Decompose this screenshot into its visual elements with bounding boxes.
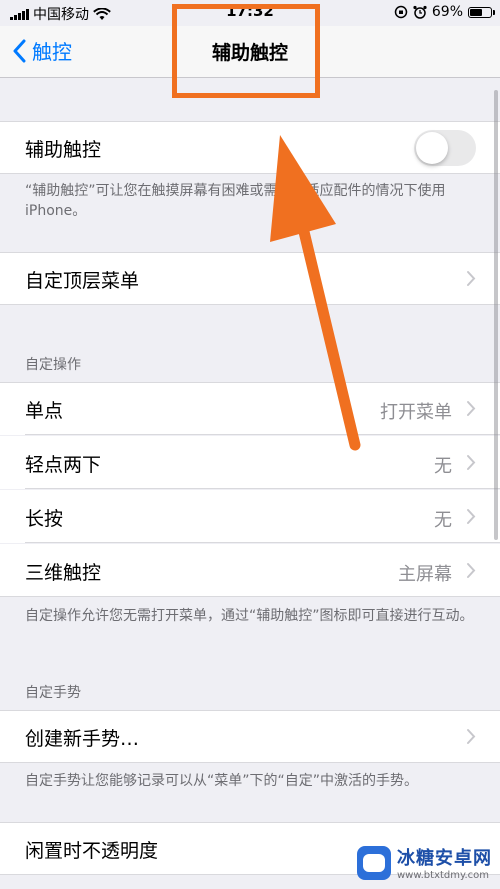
watermark-title: 冰糖安卓网 — [397, 848, 492, 869]
action-value: 无 — [434, 456, 452, 477]
chevron-right-icon — [467, 271, 476, 286]
action-label: 三维触控 — [25, 562, 102, 584]
action-label: 单点 — [25, 400, 64, 422]
assistive-touch-toggle[interactable] — [414, 130, 476, 166]
action-label: 长按 — [25, 508, 64, 530]
custom-actions-footer: 自定操作允许您无需打开菜单，通过“辅助触控”图标即可直接进行互动。 — [25, 608, 474, 624]
custom-gestures-footer: 自定手势让您能够记录可以从“菜单”下的“自定”中激活的手势。 — [25, 773, 419, 789]
highlight-box — [172, 4, 320, 98]
action-value: 打开菜单 — [380, 402, 452, 423]
action-row-single-tap[interactable]: 单点 打开菜单 — [0, 382, 500, 435]
chevron-right-icon — [467, 509, 476, 524]
chevron-right-icon — [467, 729, 476, 744]
scroll-indicator[interactable] — [494, 90, 498, 540]
chevron-right-icon — [467, 455, 476, 470]
create-gesture-row[interactable]: 创建新手势… — [0, 710, 500, 763]
customize-top-menu-label: 自定顶层菜单 — [25, 270, 140, 292]
action-row-long-press[interactable]: 长按 无 — [0, 490, 500, 543]
assistive-touch-footer: “辅助触控”可让您在触摸屏幕有困难或需要自适应配件的情况下使用 iPhone。 — [25, 183, 446, 219]
action-row-3d-touch[interactable]: 三维触控 主屏幕 — [0, 544, 500, 597]
action-row-double-tap[interactable]: 轻点两下 无 — [0, 436, 500, 489]
chevron-right-icon — [467, 401, 476, 416]
watermark-url: www.btxtdmy.com — [397, 870, 490, 881]
idle-opacity-label: 闲置时不透明度 — [25, 840, 159, 862]
create-gesture-label: 创建新手势… — [25, 728, 140, 750]
assistive-touch-row: 辅助触控 — [0, 121, 500, 174]
custom-actions-header: 自定操作 — [25, 357, 81, 373]
action-value: 主屏幕 — [398, 564, 452, 585]
assistive-touch-label: 辅助触控 — [25, 139, 102, 161]
watermark: 冰糖安卓网 www.btxtdmy.com — [357, 844, 492, 881]
battery-percent: 69% — [431, 4, 463, 20]
action-label: 轻点两下 — [25, 454, 102, 476]
battery-icon — [468, 6, 495, 18]
customize-top-menu-row[interactable]: 自定顶层菜单 — [0, 252, 500, 305]
custom-gestures-header: 自定手势 — [25, 685, 81, 701]
orientation-lock-icon — [394, 5, 408, 19]
alarm-icon — [413, 5, 427, 19]
action-value: 无 — [434, 510, 452, 531]
chevron-right-icon — [467, 563, 476, 578]
toggle-knob — [416, 132, 448, 164]
status-right: 69% — [394, 4, 495, 20]
watermark-logo-icon — [357, 845, 391, 880]
